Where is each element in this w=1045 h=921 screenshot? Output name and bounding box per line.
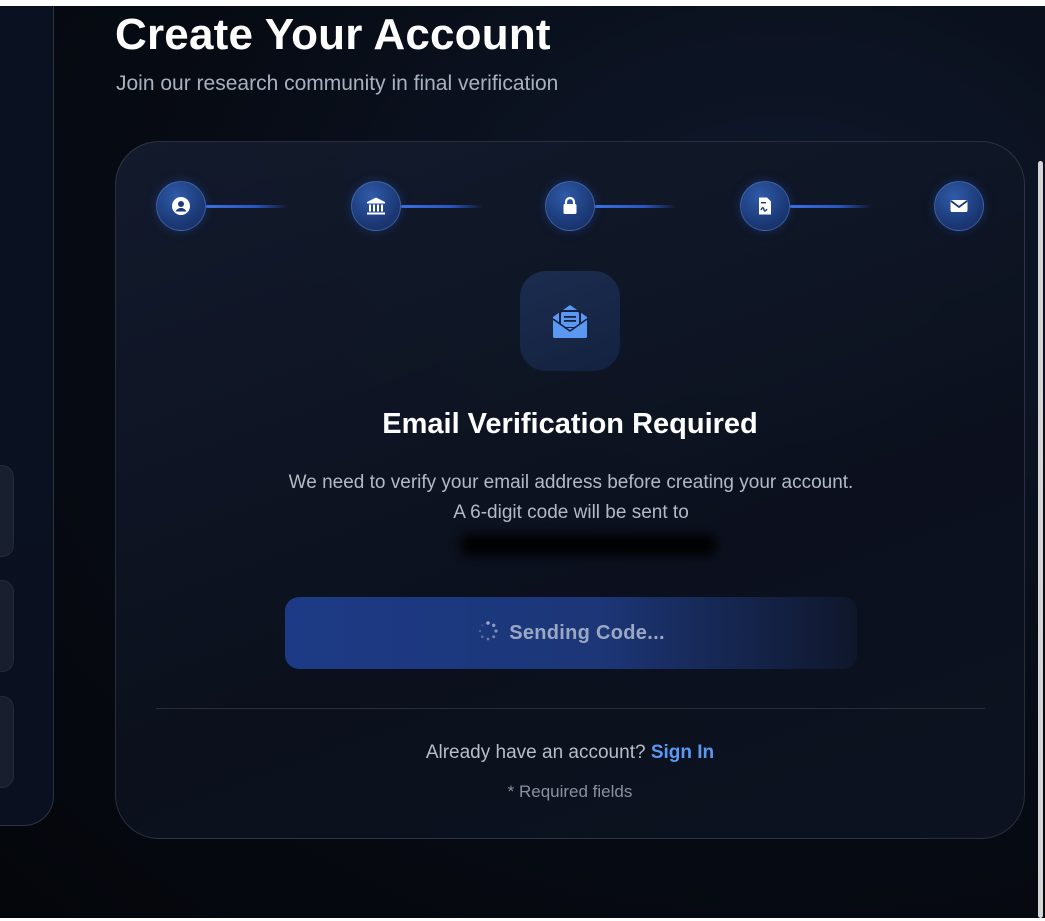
step-profile[interactable] <box>156 181 206 231</box>
step-security[interactable] <box>545 181 595 231</box>
page-subtitle: Join our research community in final ver… <box>116 72 559 95</box>
signin-prompt: Already have an account? <box>425 742 646 763</box>
signin-row: Already have an account? Sign In <box>116 742 1024 764</box>
redacted-email-address <box>459 534 717 556</box>
registration-card: Email Verification Required We need to v… <box>115 141 1025 839</box>
page-viewport: Create Your Account Join our research co… <box>0 6 1045 918</box>
side-panel-item[interactable] <box>0 580 14 672</box>
bank-icon <box>367 197 385 215</box>
document-signature-icon <box>759 197 771 215</box>
lock-icon <box>563 196 577 214</box>
envelope-open-text-icon <box>552 305 588 338</box>
side-panel <box>0 6 54 826</box>
page-scrollbar[interactable] <box>1038 161 1043 918</box>
step-documents[interactable] <box>740 181 790 231</box>
step-institution[interactable] <box>351 181 401 231</box>
send-code-button[interactable]: Sending Code... <box>285 597 857 669</box>
signin-link[interactable]: Sign In <box>651 742 714 763</box>
step-email[interactable] <box>934 181 984 231</box>
required-fields-note: * Required fields <box>507 782 633 801</box>
progress-stepper <box>156 181 985 233</box>
verification-title: Email Verification Required <box>382 408 758 440</box>
step-connector <box>595 205 677 208</box>
loading-spinner-icon <box>477 620 499 647</box>
page-title: Create Your Account <box>115 10 551 59</box>
side-panel-item[interactable] <box>0 696 14 788</box>
user-circle-icon <box>172 197 190 215</box>
side-panel-item[interactable] <box>0 465 14 557</box>
step-connector <box>790 205 872 208</box>
step-connector <box>206 205 288 208</box>
verification-description: We need to verify your email address bef… <box>288 472 854 523</box>
envelope-icon <box>950 200 968 212</box>
step-connector <box>401 205 483 208</box>
email-verification-badge <box>520 271 620 371</box>
send-code-button-label: Sending Code... <box>509 621 665 644</box>
divider <box>156 708 985 709</box>
